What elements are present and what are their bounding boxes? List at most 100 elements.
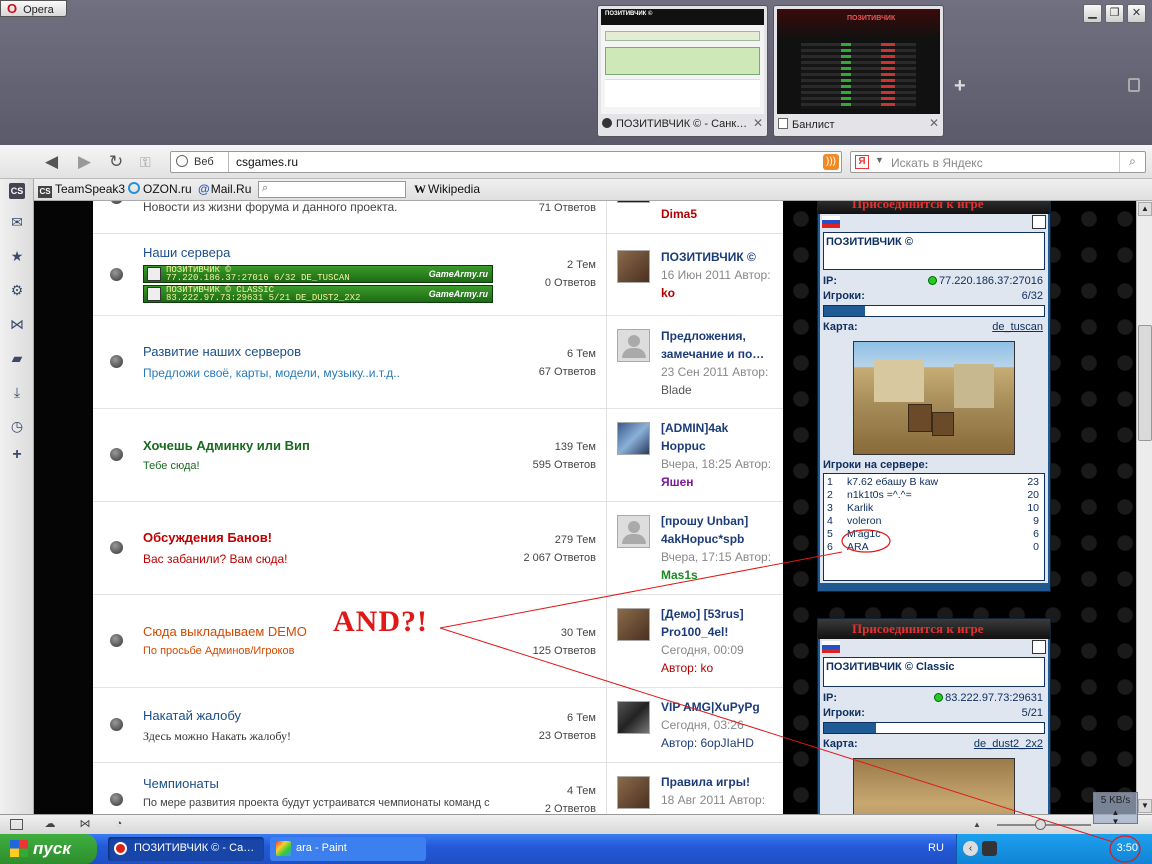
taskbar-item-opera[interactable]: ПОЗИТИВЧИК © - Са… (108, 837, 264, 861)
server-banner[interactable]: ПОЗИТИВЧИК © CLASSIC 83.222.97.73:29631 … (143, 285, 493, 303)
forum-row[interactable]: Обсуждения Банов! Вас забанили? Вам сюда… (93, 502, 783, 595)
avatar[interactable] (617, 776, 650, 809)
cs-icon[interactable] (1032, 640, 1046, 654)
forum-title[interactable]: Сюда выкладываем DEMO (143, 624, 307, 639)
page-scrollbar[interactable]: ▲ ▼ (1136, 201, 1152, 814)
last-post-title[interactable]: ПОЗИТИВЧИК © (661, 248, 771, 266)
last-post-author[interactable]: Автор: 6opJIaHD (661, 734, 760, 752)
forum-row[interactable]: Накатай жалобу Здесь можно Накать жалобу… (93, 688, 783, 763)
bookmarks-bar: CS TeamSpeak3 OZON.ru @Mail.Ru ⌕ W Wikiped… (0, 179, 1152, 201)
bookmark-mailru[interactable]: @Mail.Ru (198, 182, 251, 196)
language-indicator[interactable]: RU (928, 842, 944, 854)
mail-icon[interactable]: ✉ (9, 214, 25, 230)
bookmark-wikipedia[interactable]: W Wikipedia (414, 182, 480, 197)
forum-title[interactable]: Развитие наших серверов (143, 344, 301, 359)
note-icon[interactable]: ▰ (9, 350, 25, 366)
last-post-author[interactable]: Яшен (661, 473, 771, 491)
gear-icon[interactable]: ⚙ (9, 282, 25, 298)
forum-row[interactable]: Наши сервера ПОЗИТИВЧИК © 77.220.186.37:… (93, 234, 783, 316)
forum-title[interactable]: Хочешь Админку или Вип (143, 438, 310, 453)
forum-title[interactable]: Наши сервера (143, 245, 230, 260)
unite-icon[interactable]: ⋈ (78, 818, 92, 831)
tab-0[interactable]: ПОЗИТИВЧИК © ПОЗИТИВЧИК © - Санк… ✕ (597, 5, 768, 137)
cs-icon[interactable]: CS (9, 183, 25, 199)
last-post-meta: Вчера, 18:25 Автор: (661, 457, 772, 471)
speed-dial-icon[interactable]: ◔ (112, 818, 126, 831)
zoom-slider-knob[interactable] (1035, 819, 1046, 830)
plus-icon[interactable]: + (9, 447, 25, 463)
avatar[interactable] (617, 329, 650, 362)
avatar[interactable] (617, 608, 650, 641)
zoom-slider[interactable] (997, 819, 1091, 830)
avatar[interactable] (617, 422, 650, 455)
close-tab-icon[interactable]: ✕ (753, 116, 763, 130)
close-tab-icon[interactable]: ✕ (929, 116, 939, 130)
map-name[interactable]: de_tuscan (992, 320, 1043, 335)
last-post-title[interactable]: [Демо] [53rus] Pro100_4el! (661, 605, 744, 641)
cs-icon[interactable] (1032, 215, 1046, 229)
new-tab-icon[interactable]: + (954, 75, 966, 98)
last-post-title[interactable]: [ADMIN]4ak Hoppuc (661, 419, 771, 455)
widget-header[interactable]: Присоединится к игре (818, 201, 1050, 214)
yandex-icon[interactable]: Я (855, 155, 869, 169)
last-post-author[interactable]: Blade (661, 381, 768, 399)
forum-row[interactable]: Хочешь Админку или Вип Тебе сюда! 139 Те… (93, 409, 783, 502)
clock[interactable]: 3:50 (1117, 842, 1138, 854)
last-post-author[interactable]: Mas1s (661, 566, 771, 584)
bookmark-ozon[interactable]: OZON.ru (128, 182, 192, 196)
map-name[interactable]: de_dust2_2x2 (974, 737, 1043, 752)
close-window-button[interactable]: ✕ (1127, 4, 1146, 23)
zoom-out-icon[interactable]: ▲ (970, 818, 984, 831)
avatar[interactable] (617, 701, 650, 734)
search-field[interactable]: Я ▼ Искать в Яндекс ⌕ (850, 151, 1146, 173)
russia-flag-icon (822, 641, 840, 653)
map-line: Карта: de_dust2_2x2 (823, 737, 1043, 752)
avatar[interactable] (617, 515, 650, 548)
widget-header[interactable]: Присоединится к игре (818, 619, 1050, 639)
steam-icon[interactable] (982, 841, 997, 856)
address-bar[interactable]: Веб csgames.ru ))) (170, 151, 842, 173)
forum-row[interactable]: Развитие наших серверов Предложи своё, к… (93, 316, 783, 409)
restore-button[interactable]: ❐ (1105, 4, 1124, 23)
server-banner[interactable]: ПОЗИТИВЧИК © 77.220.186.37:27016 6/32 DE… (143, 265, 493, 283)
star-icon[interactable]: ★ (9, 248, 25, 264)
start-button[interactable]: пуск (0, 834, 97, 864)
share-icon[interactable]: ⋈ (9, 316, 25, 332)
forward-icon[interactable]: ▶ (78, 152, 91, 172)
taskbar-item-paint[interactable]: ara - Paint (270, 837, 426, 861)
clock-icon[interactable]: ◷ (9, 418, 25, 434)
last-post-author[interactable]: Автор: ko (661, 659, 744, 677)
forum-row[interactable]: Сюда выкладываем DEMO По просьбе Админов… (93, 595, 783, 688)
forum-row[interactable]: Новости из жизни форума и данного проект… (93, 201, 783, 234)
avatar[interactable] (617, 250, 650, 283)
forum-row[interactable]: Чемпионаты По мере развития проекта буду… (93, 763, 783, 814)
key-icon[interactable]: ⚿ (140, 154, 151, 171)
address-url[interactable]: csgames.ru (236, 155, 298, 169)
bookmark-teamspeak3[interactable]: CS TeamSpeak3 (38, 182, 125, 198)
scroll-up-icon[interactable]: ▲ (1138, 202, 1152, 216)
forum-title[interactable]: Обсуждения Банов! (143, 530, 272, 545)
scroll-down-icon[interactable]: ▼ (1138, 799, 1152, 813)
bookmark-search-input[interactable]: ⌕ (258, 181, 406, 198)
search-icon[interactable]: ⌕ (1119, 152, 1145, 172)
reload-icon[interactable]: ↻ (109, 152, 123, 172)
last-post-title[interactable]: Предложения, замечание и по… (661, 327, 768, 363)
panel-toggle-icon[interactable] (10, 819, 23, 830)
tab-1[interactable]: ПОЗИТИВЧИК Банлист ✕ (773, 5, 944, 137)
chevron-down-icon[interactable]: ▼ (875, 155, 884, 165)
opera-menu-button[interactable]: O Opera (0, 0, 67, 17)
download-icon[interactable]: ⤓ (9, 384, 25, 400)
minimize-button[interactable]: ▁ (1083, 4, 1102, 23)
last-post-author[interactable]: ko (661, 284, 771, 302)
scroll-thumb[interactable] (1138, 325, 1152, 441)
rss-icon[interactable]: ))) (823, 154, 839, 170)
back-icon[interactable]: ◀ (45, 152, 58, 172)
trash-icon[interactable] (1128, 78, 1140, 92)
last-post-title[interactable]: Правила игры! (661, 773, 765, 791)
tray-expand-icon[interactable]: ‹ (963, 841, 978, 856)
forum-title[interactable]: Накатай жалобу (143, 708, 241, 723)
last-post-title[interactable]: VIP AMG|XuPyPg (661, 698, 760, 716)
forum-title[interactable]: Чемпионаты (143, 776, 219, 791)
cloud-icon[interactable]: ☁ (43, 818, 57, 831)
last-post-title[interactable]: [прошу Unban] 4akHopuc*spb (661, 512, 771, 548)
